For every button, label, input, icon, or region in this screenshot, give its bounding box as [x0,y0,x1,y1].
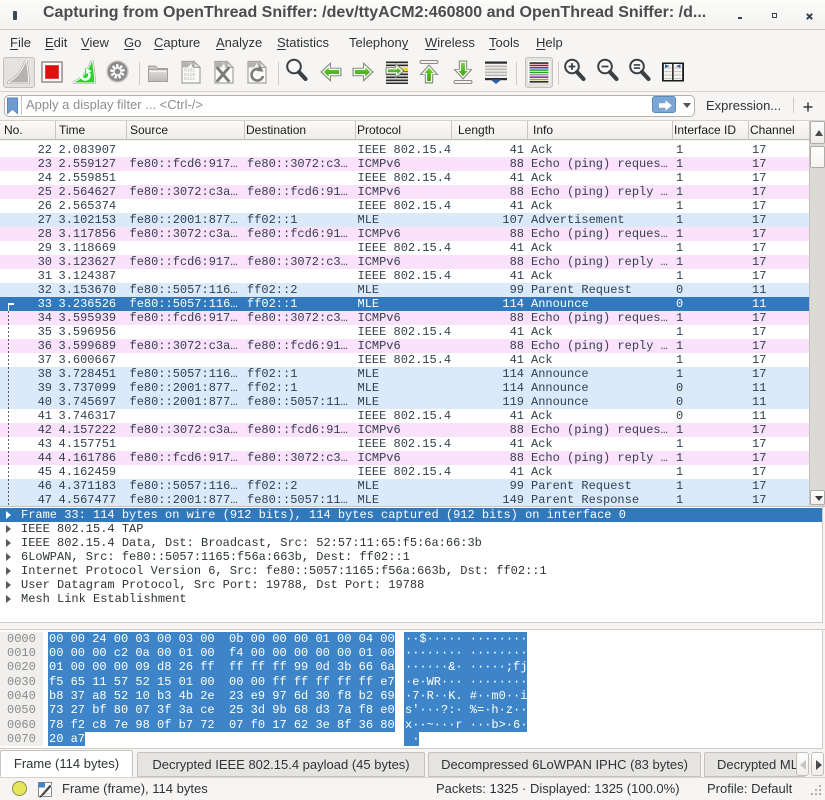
svg-text:0111: 0111 [184,76,195,82]
